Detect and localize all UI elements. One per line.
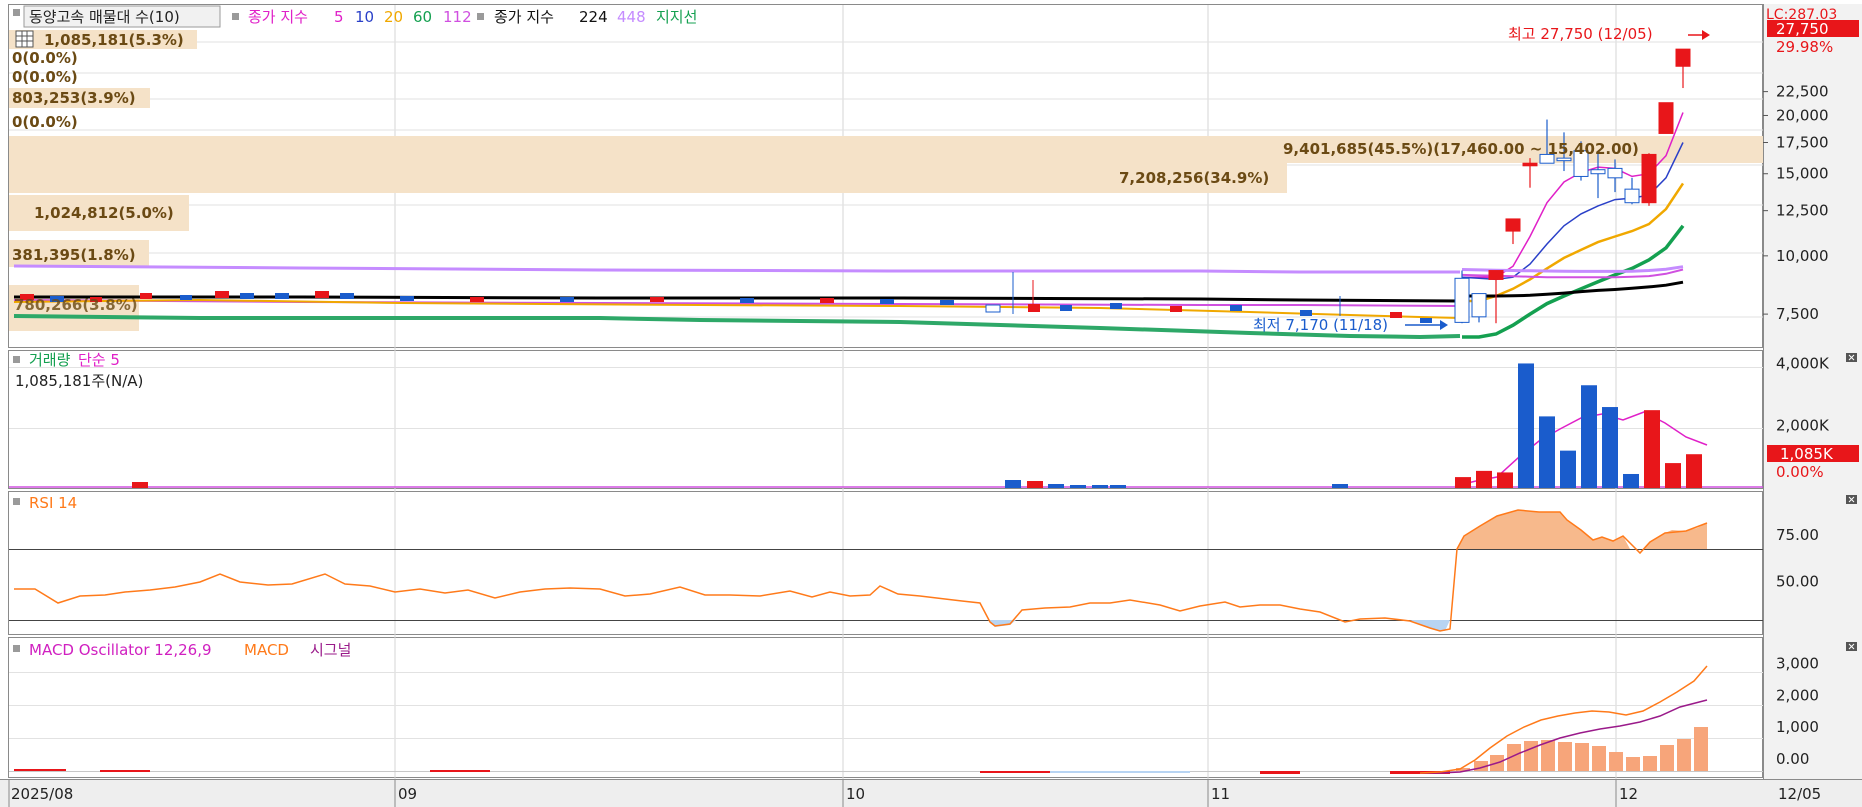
price-legend: 동양고속 매물대 수(10) 종가 지수 5 10 20 60 112 종가 지… — [13, 5, 697, 28]
profile-label: 0(0.0%) — [12, 68, 78, 86]
volume-bar[interactable] — [1560, 450, 1576, 488]
volume-bar[interactable] — [1686, 454, 1702, 488]
candle-body — [1641, 153, 1657, 204]
volume-badge-value: 1,085K — [1780, 445, 1834, 463]
macd-tick-label: 1,000 — [1776, 718, 1819, 736]
profile-label: 1,085,181(5.3%) — [44, 31, 184, 49]
candle-body — [1505, 218, 1521, 232]
candle-body — [1556, 157, 1572, 162]
chart-window: 1,085,181(5.3%) 0(0.0%) 0(0.0%) 803,253(… — [0, 0, 1862, 807]
volume-tick-label: 4,000K — [1776, 354, 1830, 372]
volume-current: 1,085,181주(N/A) — [15, 372, 143, 390]
legend-ma112: 112 — [443, 8, 472, 26]
candle-body — [1454, 277, 1470, 323]
chart-title[interactable]: 동양고속 매물대 수(10) — [29, 8, 180, 26]
profile-label: 780,266(3.8%) — [14, 296, 138, 314]
time-tick: 12 — [1619, 785, 1638, 803]
profile-bar — [9, 163, 1287, 193]
price-tick-label: 10,000 — [1776, 247, 1829, 265]
legend-ma5: 5 — [334, 8, 344, 26]
legend-close-label: 종가 지수 — [248, 8, 308, 26]
panel-handle-icon[interactable] — [13, 645, 20, 652]
panel-handle-icon[interactable] — [13, 9, 20, 16]
panel-handle-icon[interactable] — [13, 498, 20, 505]
time-tick: 11 — [1211, 785, 1230, 803]
candle[interactable] — [1641, 153, 1657, 206]
price-tick-label: 22,500 — [1776, 83, 1829, 101]
profile-label: 381,395(1.8%) — [12, 246, 136, 264]
volume-bar[interactable] — [1455, 477, 1471, 488]
panel-close-icon[interactable] — [1846, 642, 1857, 651]
panel-close-icon[interactable] — [1846, 353, 1857, 362]
volume-bar[interactable] — [1539, 416, 1555, 488]
legend-ma224: 224 — [579, 8, 608, 26]
volume-bar[interactable] — [1644, 410, 1660, 488]
table-icon[interactable] — [15, 30, 34, 48]
candle[interactable] — [1454, 270, 1470, 324]
time-axis-bg — [0, 779, 1862, 807]
last-price-value: 27,750 — [1776, 20, 1829, 38]
candle-body — [1488, 270, 1504, 280]
profile-label: 0(0.0%) — [12, 49, 78, 67]
profile-label: 9,401,685(45.5%)(17,460.00 ~ 15,402.00) — [1283, 140, 1639, 158]
volume-ma-label: 단순 5 — [78, 351, 120, 369]
volume-bar[interactable] — [1581, 385, 1597, 488]
volume-bar[interactable] — [1497, 472, 1513, 488]
rsi-tick-label: 75.00 — [1776, 526, 1819, 544]
volume-bar[interactable] — [1476, 470, 1492, 488]
panel-handle-icon[interactable] — [13, 356, 20, 363]
legend-ma10: 10 — [355, 8, 374, 26]
candle-body — [1471, 293, 1487, 318]
legend-ma20: 20 — [384, 8, 403, 26]
profile-label: 803,253(3.9%) — [12, 89, 136, 107]
price-tick-label: 7,500 — [1776, 305, 1819, 323]
legend-support: 지지선 — [656, 8, 697, 26]
macd-tick-label: 2,000 — [1776, 686, 1819, 704]
time-axis-last-date: 12/05 — [1778, 785, 1821, 803]
volume-bar[interactable] — [1518, 363, 1534, 488]
time-tick: 10 — [846, 785, 865, 803]
volume-bar[interactable] — [1602, 407, 1618, 488]
rsi-title: RSI 14 — [29, 494, 77, 512]
candle-body — [1624, 188, 1640, 204]
macd-signal-legend-label: 시그널 — [310, 641, 351, 659]
price-tick-label: 15,000 — [1776, 165, 1829, 183]
legend-ma448: 448 — [617, 8, 646, 26]
macd-tick-label: 3,000 — [1776, 654, 1819, 672]
profile-label: 0(0.0%) — [12, 113, 78, 131]
panel-close-icon[interactable] — [1846, 495, 1857, 504]
profile-label: 7,208,256(34.9%) — [1119, 169, 1269, 187]
time-tick: 09 — [398, 785, 417, 803]
rsi-tick-label: 50.00 — [1776, 573, 1819, 591]
low-annotation: 최저 7,170 (11/18) — [1253, 316, 1388, 334]
volume-bar[interactable] — [1665, 463, 1681, 488]
legend-ma60: 60 — [413, 8, 432, 26]
legend-close-label2: 종가 지수 — [494, 8, 554, 26]
candle[interactable] — [1658, 102, 1674, 134]
price-tick-label: 12,500 — [1776, 202, 1829, 220]
candle-body — [1607, 167, 1623, 179]
volume-tick-label: 2,000K — [1776, 417, 1830, 435]
candle-body — [1590, 169, 1606, 175]
macd-title: MACD Oscillator 12,26,9 — [29, 641, 212, 659]
high-annotation: 최고 27,750 (12/05) — [1508, 25, 1653, 43]
price-tick-label: 20,000 — [1776, 106, 1829, 124]
macd-legend-label: MACD — [244, 641, 289, 659]
candle-body — [1658, 102, 1674, 134]
candle-body — [1522, 162, 1538, 167]
volume-title: 거래량 — [29, 351, 71, 369]
profile-label: 1,024,812(5.0%) — [34, 204, 174, 222]
macd-tick-label: 0.00 — [1776, 750, 1809, 768]
candle-body — [1675, 48, 1691, 67]
price-tick-label: 17,500 — [1776, 134, 1829, 152]
stock-chart[interactable]: 1,085,181(5.3%) 0(0.0%) 0(0.0%) 803,253(… — [0, 0, 1862, 807]
time-tick: 2025/08 — [11, 785, 73, 803]
volume-badge-change: 0.00% — [1776, 463, 1824, 481]
price-change: 29.98% — [1776, 38, 1833, 56]
volume-bar[interactable] — [1623, 473, 1639, 488]
